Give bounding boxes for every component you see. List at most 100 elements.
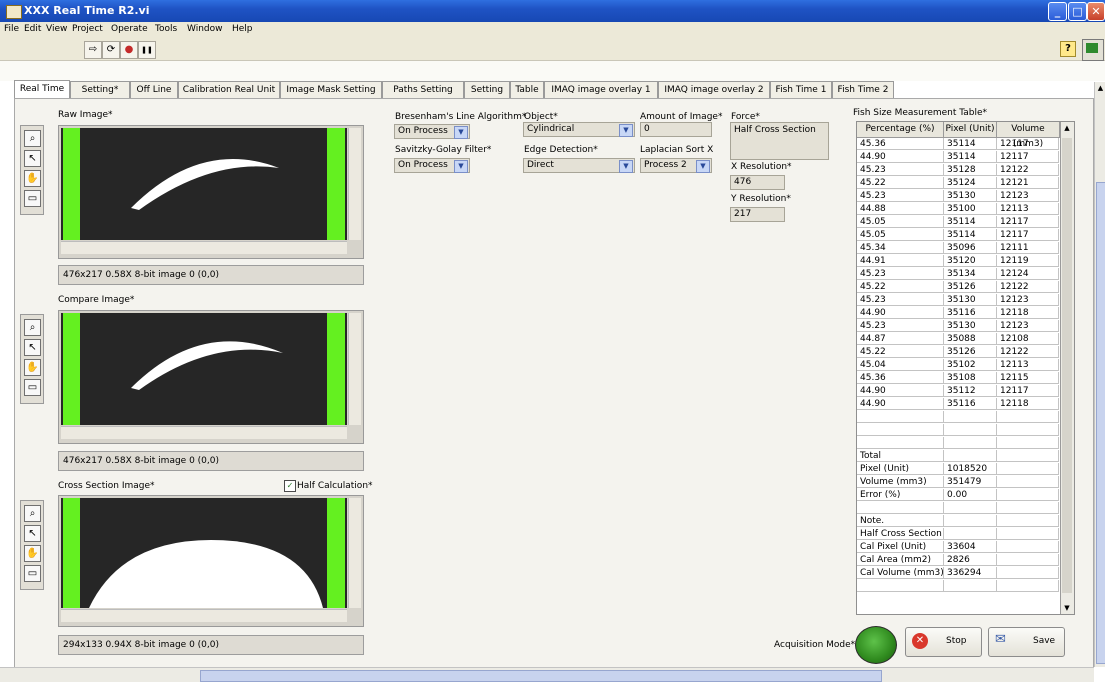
table-cell[interactable]: 35130 bbox=[944, 294, 997, 306]
table-cell[interactable]: 45.22 bbox=[857, 281, 944, 293]
help-icon[interactable]: ? bbox=[1060, 41, 1076, 57]
table-cell[interactable]: 45.22 bbox=[857, 177, 944, 189]
table-cell[interactable]: 35126 bbox=[944, 281, 997, 293]
table-cell[interactable] bbox=[997, 476, 1059, 488]
rectangle-roi-icon[interactable]: ▭ bbox=[24, 565, 41, 582]
table-scroll-thumb[interactable] bbox=[1062, 138, 1072, 593]
table-cell[interactable]: 35114 bbox=[944, 138, 997, 150]
bresenham-dropdown[interactable]: On Process ▼ bbox=[394, 124, 470, 139]
laplacian-sort-dropdown[interactable]: Process 2 ▼ bbox=[640, 158, 712, 173]
table-cell[interactable] bbox=[944, 411, 997, 423]
tab-setting[interactable]: Setting bbox=[464, 81, 510, 98]
table-cell[interactable]: Half Cross Section bbox=[857, 528, 944, 540]
table-cell[interactable]: 45.23 bbox=[857, 190, 944, 202]
table-cell[interactable]: 12123 bbox=[997, 320, 1059, 332]
table-cell[interactable]: 45.05 bbox=[857, 216, 944, 228]
table-cell[interactable] bbox=[944, 450, 997, 462]
table-cell[interactable] bbox=[857, 437, 944, 449]
table-cell[interactable]: Cal Pixel (Unit) bbox=[857, 541, 944, 553]
tab-real-time[interactable]: Real Time bbox=[14, 80, 70, 99]
menu-file[interactable]: File bbox=[4, 24, 19, 34]
table-cell[interactable]: 35128 bbox=[944, 164, 997, 176]
table-cell[interactable]: 12122 bbox=[997, 164, 1059, 176]
table-cell[interactable]: 35096 bbox=[944, 242, 997, 254]
tab-fish-time-1[interactable]: Fish Time 1 bbox=[770, 81, 832, 98]
table-cell[interactable] bbox=[944, 580, 997, 592]
table-cell[interactable]: 35130 bbox=[944, 320, 997, 332]
fish-size-table[interactable]: Percentage (%) Pixel (Unit) Volume (mm3)… bbox=[856, 121, 1075, 615]
table-cell[interactable] bbox=[857, 424, 944, 436]
table-cell[interactable]: 44.90 bbox=[857, 151, 944, 163]
table-cell[interactable]: 12115 bbox=[997, 372, 1059, 384]
menu-window[interactable]: Window bbox=[187, 24, 223, 34]
table-cell[interactable] bbox=[997, 502, 1059, 514]
abort-icon[interactable]: ● bbox=[120, 41, 138, 59]
edge-detection-dropdown[interactable]: Direct ▼ bbox=[523, 158, 635, 173]
tab-imaq-overlay-2[interactable]: IMAQ image overlay 2 bbox=[658, 81, 770, 98]
table-cell[interactable]: 45.22 bbox=[857, 346, 944, 358]
table-cell[interactable]: Error (%) bbox=[857, 489, 944, 501]
pointer-icon[interactable]: ↖ bbox=[24, 150, 41, 167]
pointer-icon[interactable]: ↖ bbox=[24, 339, 41, 356]
rectangle-roi-icon[interactable]: ▭ bbox=[24, 190, 41, 207]
table-cell[interactable]: 351479 bbox=[944, 476, 997, 488]
pause-icon[interactable]: ❚❚ bbox=[138, 41, 156, 59]
table-cell[interactable] bbox=[997, 541, 1059, 553]
table-cell[interactable]: 35126 bbox=[944, 346, 997, 358]
front-panel-vscroll-thumb[interactable] bbox=[1096, 182, 1105, 664]
pointer-icon[interactable]: ↖ bbox=[24, 525, 41, 542]
table-cell[interactable]: 35102 bbox=[944, 359, 997, 371]
table-cell[interactable]: 12117 bbox=[997, 138, 1059, 150]
table-cell[interactable] bbox=[997, 424, 1059, 436]
table-cell[interactable]: 33604 bbox=[944, 541, 997, 553]
table-cell[interactable]: 35112 bbox=[944, 385, 997, 397]
table-cell[interactable]: 12123 bbox=[997, 294, 1059, 306]
table-cell[interactable] bbox=[997, 411, 1059, 423]
table-cell[interactable]: 35134 bbox=[944, 268, 997, 280]
table-cell[interactable]: 35114 bbox=[944, 216, 997, 228]
table-cell[interactable]: 45.36 bbox=[857, 138, 944, 150]
save-button[interactable]: ✉ Save bbox=[988, 627, 1065, 657]
table-cell[interactable]: 44.90 bbox=[857, 307, 944, 319]
table-cell[interactable] bbox=[997, 463, 1059, 475]
table-cell[interactable]: 12111 bbox=[997, 242, 1059, 254]
table-cell[interactable]: 35130 bbox=[944, 190, 997, 202]
savitzky-dropdown[interactable]: On Process ▼ bbox=[394, 158, 470, 173]
table-cell[interactable]: 35100 bbox=[944, 203, 997, 215]
table-cell[interactable] bbox=[944, 502, 997, 514]
compare-image-vscroll[interactable] bbox=[348, 313, 361, 425]
cross-section-vscroll[interactable] bbox=[348, 498, 361, 608]
table-cell[interactable] bbox=[857, 580, 944, 592]
table-cell[interactable]: 12117 bbox=[997, 216, 1059, 228]
cross-section-display[interactable] bbox=[58, 495, 364, 627]
table-cell[interactable]: 45.34 bbox=[857, 242, 944, 254]
tab-image-mask-setting[interactable]: Image Mask Setting bbox=[280, 81, 382, 98]
menu-view[interactable]: View bbox=[46, 24, 67, 34]
pan-hand-icon[interactable]: ✋ bbox=[24, 170, 41, 187]
half-calculation-checkbox[interactable]: ✓ bbox=[284, 480, 296, 492]
table-cell[interactable]: 45.05 bbox=[857, 229, 944, 241]
table-cell[interactable]: 35116 bbox=[944, 398, 997, 410]
table-cell[interactable]: Volume (mm3) bbox=[857, 476, 944, 488]
close-button[interactable]: ✕ bbox=[1087, 2, 1105, 21]
rectangle-roi-icon[interactable]: ▭ bbox=[24, 379, 41, 396]
table-cell[interactable]: 35108 bbox=[944, 372, 997, 384]
table-cell[interactable]: 12118 bbox=[997, 398, 1059, 410]
front-panel-hscroll-thumb[interactable] bbox=[200, 670, 882, 682]
table-cell[interactable] bbox=[997, 580, 1059, 592]
table-cell[interactable] bbox=[944, 424, 997, 436]
table-cell[interactable]: 12113 bbox=[997, 359, 1059, 371]
table-cell[interactable]: Note. bbox=[857, 515, 944, 527]
table-cell[interactable]: 35114 bbox=[944, 229, 997, 241]
table-cell[interactable]: 45.36 bbox=[857, 372, 944, 384]
compare-image-display[interactable] bbox=[58, 310, 364, 444]
raw-image-hscroll[interactable] bbox=[61, 241, 347, 254]
table-cell[interactable]: 12117 bbox=[997, 229, 1059, 241]
table-cell[interactable]: 45.23 bbox=[857, 268, 944, 280]
tab-setting-star[interactable]: Setting* bbox=[70, 81, 130, 98]
table-cell[interactable]: 12121 bbox=[997, 177, 1059, 189]
table-cell[interactable]: 35088 bbox=[944, 333, 997, 345]
table-cell[interactable]: 44.88 bbox=[857, 203, 944, 215]
tab-paths-setting[interactable]: Paths Setting bbox=[382, 81, 464, 98]
zoom-icon[interactable]: ⌕ bbox=[24, 319, 41, 336]
